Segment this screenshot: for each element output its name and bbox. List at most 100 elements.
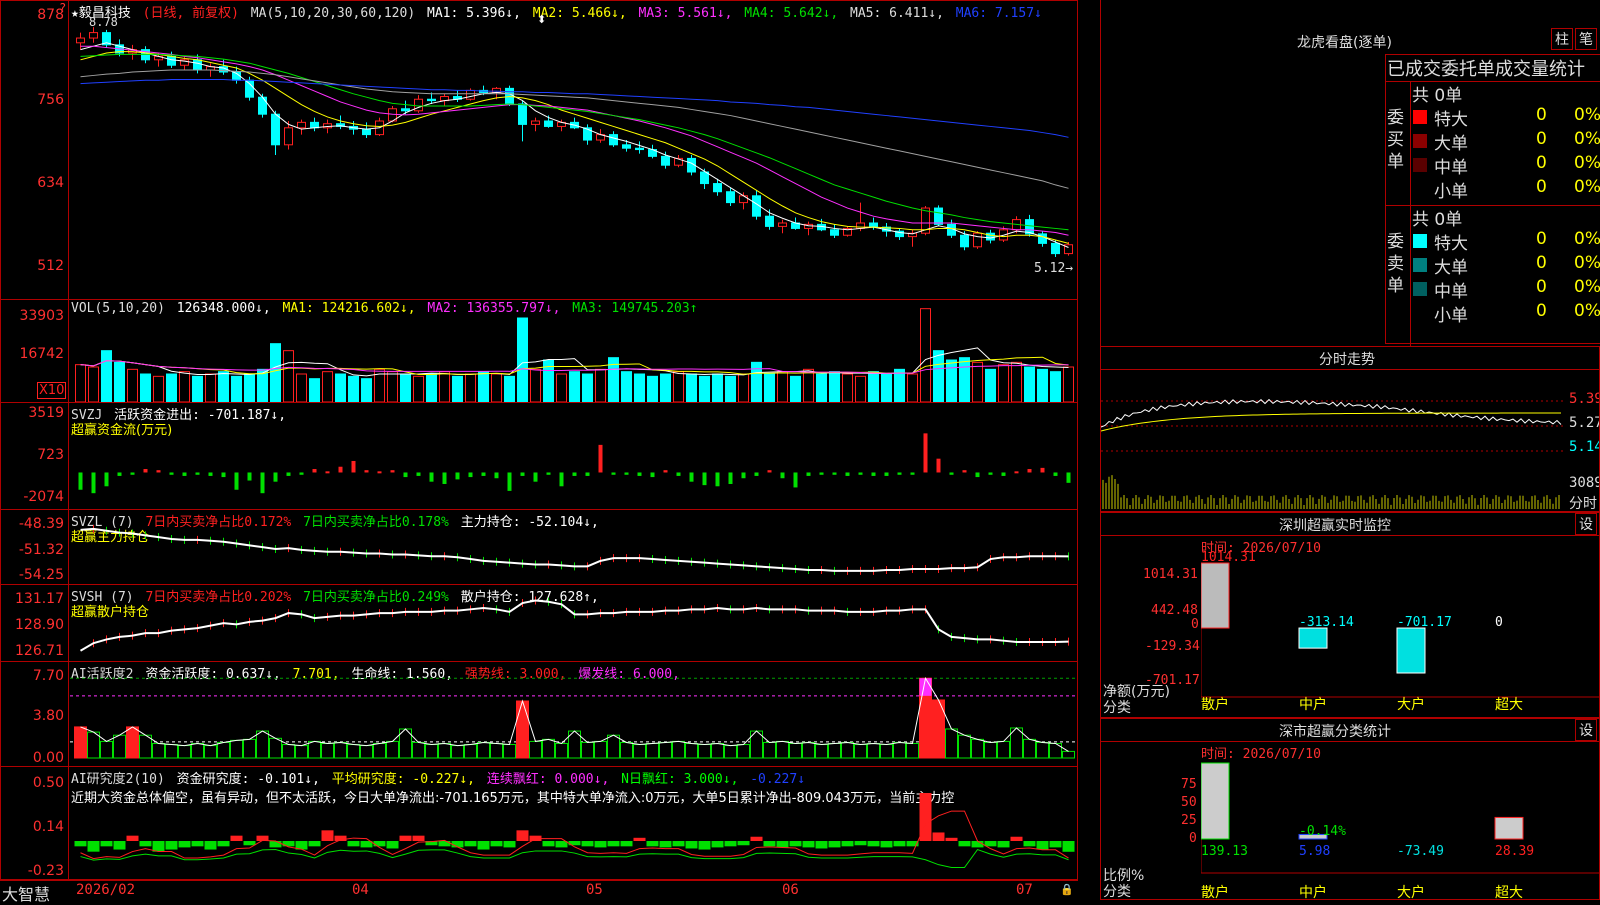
research-bar bbox=[191, 841, 204, 847]
svzl-panel[interactable]: -48.39 -51.32 -54.25 SVZL (7) 7日内买卖净占比0.… bbox=[0, 509, 1078, 585]
svzj-y-axis: 3519 723 -2074 bbox=[1, 403, 69, 509]
activity-bar bbox=[191, 742, 204, 759]
order-count: 0 bbox=[1536, 105, 1547, 125]
svzj-chart[interactable] bbox=[70, 403, 1078, 510]
lock-icon[interactable]: 🔒 bbox=[1060, 883, 1074, 896]
sc-stats-chart[interactable]: 139.13 散户 5.98 中户 -73.49 大户 28.39 超大 -0.14% bbox=[1201, 743, 1599, 900]
candle-body bbox=[89, 32, 98, 39]
settings-button[interactable]: 设 bbox=[1575, 719, 1597, 741]
volume-bar bbox=[335, 373, 346, 402]
volume-bar bbox=[101, 350, 112, 402]
research-bar bbox=[308, 841, 321, 847]
volume-bar bbox=[1050, 371, 1061, 402]
candle-body bbox=[622, 144, 631, 149]
order-color-swatch bbox=[1413, 306, 1427, 320]
sell-total: 共 0单 bbox=[1412, 210, 1463, 230]
flow-bar bbox=[949, 472, 954, 475]
volume-panel[interactable]: 33903 16742 X10 VOL(5,10,20) 126348.000↓… bbox=[0, 299, 1078, 403]
ai-research-panel[interactable]: 0.50 0.14 -0.23 AI研究度2(10) 资金研究度: -0.101… bbox=[0, 766, 1078, 880]
volume-bar bbox=[88, 366, 99, 402]
activity-bar bbox=[438, 742, 451, 759]
research-bar bbox=[178, 841, 191, 848]
intraday-y: 5.14 bbox=[1569, 439, 1600, 455]
sc-stats-panel[interactable]: 深市超赢分类统计 设 时间: 2026/07/10 75 50 25 0 比例%… bbox=[1100, 718, 1600, 900]
research-bar bbox=[269, 841, 282, 848]
flow-bar bbox=[182, 472, 187, 476]
volume-bar bbox=[959, 357, 970, 402]
tick-view-button[interactable]: 笔 bbox=[1575, 28, 1597, 50]
candle-body bbox=[765, 215, 774, 227]
ai-activity-chart[interactable] bbox=[70, 662, 1078, 767]
candle-body bbox=[1051, 242, 1060, 255]
flow-bar bbox=[533, 472, 538, 482]
research-bar bbox=[386, 841, 399, 849]
research-bar bbox=[438, 841, 451, 847]
svsh-chart[interactable] bbox=[70, 585, 1078, 662]
candle-body bbox=[76, 37, 85, 44]
ai-research-chart[interactable] bbox=[70, 767, 1078, 880]
intraday-panel[interactable]: 分时走势 5.39 5.27 5.14 3089 分时 bbox=[1100, 346, 1600, 512]
intraday-title: 分时走势 bbox=[1319, 352, 1375, 368]
svsh-panel[interactable]: 131.17 128.90 126.71 SVSH (7) 7日内买卖净占比0.… bbox=[0, 584, 1078, 662]
research-bar bbox=[412, 835, 425, 841]
volume-bar bbox=[192, 375, 203, 402]
svsh-y-axis: 131.17 128.90 126.71 bbox=[1, 585, 69, 661]
price-chart[interactable] bbox=[70, 1, 1078, 300]
research-bar bbox=[997, 841, 1010, 848]
flow-bar bbox=[988, 472, 993, 475]
settings-button[interactable]: 设 bbox=[1575, 513, 1597, 535]
flow-bar bbox=[273, 472, 278, 482]
research-bar bbox=[646, 841, 659, 847]
net-flow-label: 1014.31 bbox=[1201, 550, 1256, 565]
activity-bar bbox=[100, 740, 113, 759]
svzl-y-axis: -48.39 -51.32 -54.25 bbox=[1, 510, 69, 584]
volume-bar bbox=[790, 375, 801, 402]
flow-bar bbox=[442, 472, 447, 484]
price-panel[interactable]: 878 756 634 512 ? ★毅昌科技 (日线, 前复权) MA(5,1… bbox=[0, 0, 1078, 300]
research-bar bbox=[165, 841, 178, 850]
y-tick: 634 bbox=[37, 175, 64, 191]
order-stats-tabs[interactable]: 已成交委托单成交量统计 bbox=[1387, 55, 1585, 81]
svzj-panel[interactable]: 3519 723 -2074 SVZJ 活跃资金进出: -701.187↓, 超… bbox=[0, 402, 1078, 510]
y-tick: 33903 bbox=[19, 308, 64, 324]
sz-monitor-chart[interactable]: 1014.31 散户 -313.14 中户 -701.17 大户 0 超大 bbox=[1201, 537, 1599, 717]
bar-view-button[interactable]: 柱 bbox=[1551, 28, 1573, 50]
flow-bar bbox=[104, 472, 109, 487]
research-bar bbox=[945, 837, 958, 841]
flow-bar bbox=[741, 472, 746, 479]
flow-bar bbox=[910, 472, 915, 475]
activity-bar bbox=[581, 741, 594, 759]
intraday-y: 3089 bbox=[1569, 475, 1600, 491]
volume-bar bbox=[881, 373, 892, 402]
candle-body bbox=[167, 55, 176, 66]
candle-body bbox=[427, 98, 436, 102]
flow-bar bbox=[195, 472, 200, 475]
brand-label[interactable]: 大智慧 bbox=[2, 881, 50, 905]
help-icon[interactable]: ? bbox=[60, 1, 66, 15]
sz-monitor-panel[interactable]: 深圳超赢实时监控 设 时间: 2026/07/10 1014.31 442.48… bbox=[1100, 512, 1600, 718]
intraday-chart[interactable] bbox=[1101, 371, 1566, 511]
category-label: 超大 bbox=[1495, 885, 1523, 900]
research-bar bbox=[958, 841, 971, 847]
sz-y: 1014.31 bbox=[1143, 567, 1198, 582]
research-bar bbox=[490, 841, 503, 847]
y-tick: 3.80 bbox=[32, 708, 64, 724]
volume-bar bbox=[894, 368, 905, 402]
volume-chart[interactable] bbox=[70, 300, 1078, 403]
research-bar bbox=[815, 841, 828, 849]
sc-stats-title: 深市超赢分类统计 bbox=[1279, 724, 1391, 740]
activity-bar bbox=[139, 734, 152, 759]
y-tick: -48.39 bbox=[18, 516, 64, 532]
svzl-chart[interactable] bbox=[70, 510, 1078, 585]
ma-line-ma1 bbox=[80, 42, 1069, 248]
flow-bar bbox=[663, 470, 668, 473]
activity-bar bbox=[412, 741, 425, 759]
flow-bar bbox=[546, 472, 551, 475]
ai-activity-panel[interactable]: 7.70 3.80 0.00 AI活跃度2 资金活跃度: 0.637↓, 7.7… bbox=[0, 661, 1078, 767]
volume-bar bbox=[660, 373, 671, 402]
activity-bar bbox=[776, 740, 789, 759]
y-tick: 128.90 bbox=[15, 617, 64, 633]
flow-bar bbox=[78, 472, 83, 490]
flow-bar bbox=[351, 460, 356, 473]
candle-body bbox=[856, 222, 865, 229]
